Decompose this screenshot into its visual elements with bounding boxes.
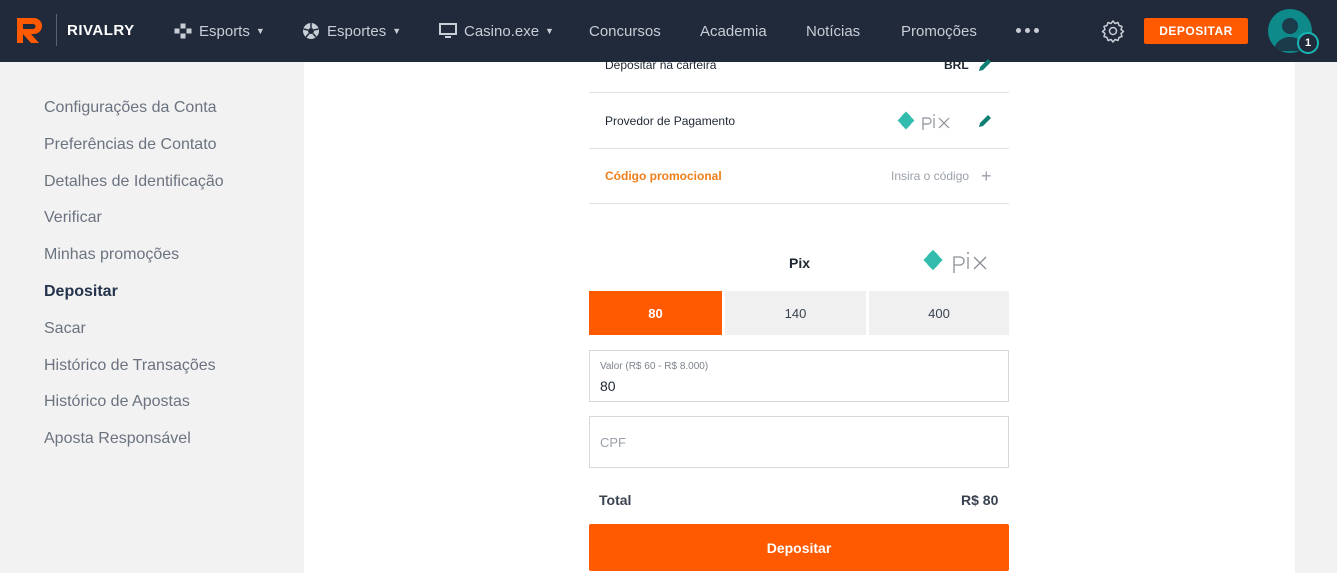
- amount-field-label: Valor (R$ 60 - R$ 8.000): [600, 361, 709, 372]
- header-deposit-button[interactable]: DEPOSITAR: [1144, 18, 1248, 44]
- nav-casino[interactable]: Casino.exe ▼: [439, 0, 554, 62]
- total-value: R$ 80: [961, 492, 999, 508]
- sidebar-item-transacoes[interactable]: Histórico de Transações: [44, 357, 216, 375]
- sidebar-item-depositar[interactable]: Depositar: [44, 283, 118, 301]
- submit-deposit-button[interactable]: Depositar: [589, 524, 1009, 571]
- cpf-field[interactable]: CPF: [589, 416, 1009, 468]
- brand-name: RIVALRY: [67, 21, 135, 39]
- amount-field[interactable]: Valor (R$ 60 - R$ 8.000) 80: [589, 350, 1009, 402]
- gear-icon[interactable]: [1101, 19, 1125, 43]
- logo-divider: [56, 14, 57, 46]
- pix-logo-icon: [897, 111, 950, 130]
- account-sidebar: Configurações da Conta Preferências de C…: [0, 62, 304, 573]
- sidebar-item-identificacao[interactable]: Detalhes de Identificação: [44, 173, 224, 191]
- amount-option-80[interactable]: 80: [589, 291, 722, 335]
- sidebar-item-preferencias[interactable]: Preferências de Contato: [44, 136, 217, 154]
- promo-label: Código promocional: [605, 169, 722, 183]
- total-label: Total: [599, 492, 632, 508]
- pencil-icon[interactable]: [977, 113, 993, 129]
- pix-logo-icon: [923, 249, 987, 273]
- wallet-currency: BRL: [944, 58, 969, 72]
- notification-badge[interactable]: 1: [1297, 32, 1319, 54]
- caret-down-icon: ▼: [545, 26, 554, 36]
- brand-logo[interactable]: RIVALRY: [14, 14, 135, 46]
- sidebar-item-configuracoes[interactable]: Configurações da Conta: [44, 99, 217, 117]
- nav-concursos-label: Concursos: [589, 22, 661, 40]
- sidebar-item-aposta-responsavel[interactable]: Aposta Responsável: [44, 430, 191, 448]
- right-gutter: [1295, 62, 1337, 573]
- method-title: Pix: [789, 255, 811, 271]
- wallet-label: Depositar na carteira: [605, 58, 717, 72]
- amount-option-400[interactable]: 400: [869, 291, 1009, 335]
- promo-code-input[interactable]: Insira o código: [891, 169, 969, 183]
- cpf-placeholder: CPF: [600, 435, 626, 450]
- provider-label: Provedor de Pagamento: [605, 114, 736, 128]
- payment-provider-row[interactable]: Provedor de Pagamento: [589, 94, 1009, 149]
- ball-icon: [303, 23, 319, 39]
- monitor-icon: [439, 23, 457, 38]
- sidebar-item-promocoes[interactable]: Minhas promoções: [44, 246, 179, 264]
- sidebar-item-verificar[interactable]: Verificar: [44, 209, 102, 227]
- gamepad-icon: [174, 23, 192, 39]
- nav-esportes-label: Esportes: [327, 22, 387, 40]
- nav-promocoes-label: Promoções: [901, 22, 977, 40]
- amount-option-140[interactable]: 140: [725, 291, 866, 335]
- caret-down-icon: ▼: [255, 26, 265, 36]
- nav-esports[interactable]: Esports ▼: [174, 0, 265, 62]
- nav-noticias-label: Notícias: [806, 22, 861, 40]
- wallet-row[interactable]: Depositar na carteira BRL: [589, 38, 1009, 93]
- rivalry-logo-icon: [17, 18, 42, 43]
- more-menu-icon[interactable]: [1016, 28, 1039, 33]
- pencil-icon[interactable]: [977, 57, 993, 73]
- nav-esports-label: Esports: [199, 22, 250, 40]
- nav-casino-label: Casino.exe: [464, 22, 540, 40]
- plus-icon[interactable]: +: [981, 166, 992, 187]
- nav-esportes[interactable]: Esportes ▼: [302, 0, 401, 62]
- caret-down-icon: ▼: [392, 26, 402, 36]
- sidebar-item-sacar[interactable]: Sacar: [44, 320, 86, 338]
- amount-field-value[interactable]: 80: [600, 378, 616, 394]
- sidebar-item-apostas[interactable]: Histórico de Apostas: [44, 393, 190, 411]
- nav-academia-label: Academia: [700, 22, 767, 40]
- promo-code-row[interactable]: Código promocional Insira o código +: [589, 149, 1009, 204]
